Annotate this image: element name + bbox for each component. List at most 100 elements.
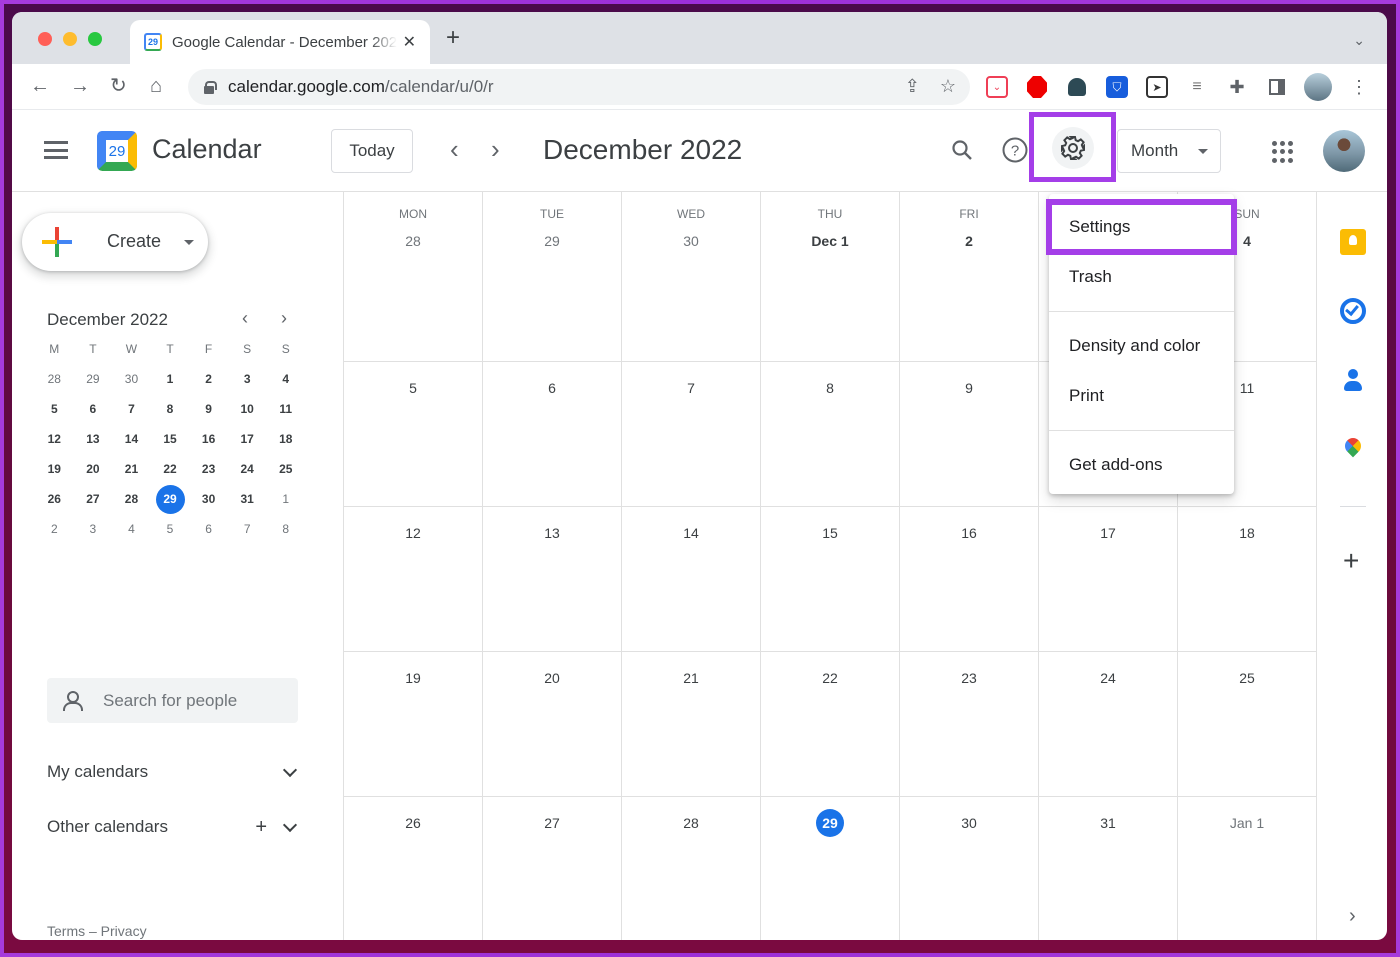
day-number[interactable]: 30 xyxy=(622,227,760,255)
day-number[interactable]: 8 xyxy=(761,374,899,402)
mini-day[interactable]: 3 xyxy=(228,364,267,394)
mini-next-month-icon[interactable]: › xyxy=(281,308,287,329)
mini-day[interactable]: 25 xyxy=(266,454,305,484)
day-cell[interactable]: 26 xyxy=(344,797,483,940)
mini-day[interactable]: 28 xyxy=(35,364,74,394)
day-number[interactable]: 6 xyxy=(483,374,621,402)
contacts-icon[interactable] xyxy=(1340,368,1366,394)
maps-icon[interactable] xyxy=(1340,438,1366,464)
mini-day[interactable]: 7 xyxy=(112,394,151,424)
day-number[interactable]: 12 xyxy=(344,519,482,547)
day-cell[interactable]: 24 xyxy=(1039,652,1178,796)
mini-day[interactable]: 27 xyxy=(74,484,113,514)
new-tab-button[interactable]: + xyxy=(446,26,460,50)
mini-day[interactable]: 4 xyxy=(112,514,151,544)
day-number[interactable]: 22 xyxy=(761,664,899,692)
day-cell[interactable]: 25 xyxy=(1178,652,1317,796)
pocket-icon[interactable]: ⌄ xyxy=(986,76,1008,98)
search-people-input[interactable] xyxy=(103,690,283,711)
previous-period-icon[interactable]: ‹ xyxy=(450,134,459,164)
main-menu-icon[interactable] xyxy=(44,141,68,159)
day-number[interactable]: 5 xyxy=(344,374,482,402)
url-text[interactable]: calendar.google.com/calendar/u/0/r xyxy=(228,77,494,97)
mini-previous-month-icon[interactable]: ‹ xyxy=(242,308,248,329)
day-cell[interactable]: 17 xyxy=(1039,507,1178,651)
mini-day[interactable]: 23 xyxy=(189,454,228,484)
mini-day[interactable]: 10 xyxy=(228,394,267,424)
profile-avatar[interactable] xyxy=(1304,73,1332,101)
mini-day[interactable]: 6 xyxy=(189,514,228,544)
day-number[interactable]: Jan 1 xyxy=(1178,809,1316,837)
mini-day[interactable]: 12 xyxy=(35,424,74,454)
puzzle-extensions-icon[interactable]: ✚ xyxy=(1226,76,1248,98)
mini-day[interactable]: 24 xyxy=(228,454,267,484)
day-number[interactable]: 13 xyxy=(483,519,621,547)
day-cell[interactable]: 29 xyxy=(761,797,900,940)
day-cell[interactable]: Jan 1 xyxy=(1178,797,1317,940)
adblock-icon[interactable] xyxy=(1026,76,1048,98)
other-calendars-section[interactable]: Other calendars + xyxy=(47,812,299,842)
mini-day[interactable]: 11 xyxy=(266,394,305,424)
day-number-today[interactable]: 29 xyxy=(761,809,899,837)
day-number[interactable]: 20 xyxy=(483,664,621,692)
day-number[interactable]: 23 xyxy=(900,664,1038,692)
mini-day[interactable]: 16 xyxy=(189,424,228,454)
day-number[interactable]: 30 xyxy=(900,809,1038,837)
view-selector[interactable]: Month xyxy=(1117,129,1221,173)
mini-day[interactable]: 18 xyxy=(266,424,305,454)
mini-day[interactable]: 26 xyxy=(35,484,74,514)
next-period-icon[interactable]: › xyxy=(491,134,500,164)
bookmark-star-icon[interactable]: ☆ xyxy=(940,76,956,97)
day-number[interactable]: 28 xyxy=(622,809,760,837)
day-cell[interactable]: 28 xyxy=(622,797,761,940)
menu-item-density-and-color[interactable]: Density and color xyxy=(1049,321,1234,371)
day-cell[interactable]: TUE 29 xyxy=(483,192,622,361)
mini-day[interactable]: 2 xyxy=(35,514,74,544)
day-cell[interactable]: 16 xyxy=(900,507,1039,651)
day-number[interactable]: 19 xyxy=(344,664,482,692)
day-cell[interactable]: 20 xyxy=(483,652,622,796)
mini-day-today[interactable]: 29 xyxy=(151,484,190,514)
keep-icon[interactable] xyxy=(1340,229,1366,255)
day-cell[interactable]: 9 xyxy=(900,362,1039,506)
day-cell[interactable]: 6 xyxy=(483,362,622,506)
day-number[interactable]: 14 xyxy=(622,519,760,547)
day-cell[interactable]: 30 xyxy=(900,797,1039,940)
back-icon[interactable]: ← xyxy=(30,74,50,98)
side-panel-icon[interactable] xyxy=(1266,76,1288,98)
day-cell[interactable]: 13 xyxy=(483,507,622,651)
mini-day[interactable]: 15 xyxy=(151,424,190,454)
mini-day[interactable]: 8 xyxy=(266,514,305,544)
day-cell[interactable]: 31 xyxy=(1039,797,1178,940)
day-number[interactable]: 9 xyxy=(900,374,1038,402)
account-avatar[interactable] xyxy=(1323,130,1365,172)
day-number[interactable]: 2 xyxy=(900,227,1038,255)
browser-tab-calendar[interactable]: 29 Google Calendar - December 2022 ✕ xyxy=(130,20,430,64)
mini-day[interactable]: 7 xyxy=(228,514,267,544)
forward-icon[interactable]: → xyxy=(70,74,90,98)
day-cell[interactable]: WED 30 xyxy=(622,192,761,361)
mini-day[interactable]: 22 xyxy=(151,454,190,484)
menu-item-settings[interactable]: Settings xyxy=(1046,199,1237,255)
mini-day[interactable]: 29 xyxy=(74,364,113,394)
day-number[interactable]: 31 xyxy=(1039,809,1177,837)
menu-item-print[interactable]: Print xyxy=(1049,371,1234,421)
mini-day[interactable]: 30 xyxy=(189,484,228,514)
day-number[interactable]: Dec 1 xyxy=(761,227,899,255)
maximize-window-button[interactable] xyxy=(88,32,102,46)
day-cell[interactable]: 22 xyxy=(761,652,900,796)
day-number[interactable]: 28 xyxy=(344,227,482,255)
tasks-icon[interactable] xyxy=(1340,298,1366,324)
mini-day[interactable]: 6 xyxy=(74,394,113,424)
close-window-button[interactable] xyxy=(38,32,52,46)
day-cell[interactable]: 27 xyxy=(483,797,622,940)
send-icon[interactable]: ➤ xyxy=(1146,76,1168,98)
google-apps-icon[interactable] xyxy=(1272,141,1294,163)
tab-search-chevron-icon[interactable]: ⌄ xyxy=(1353,32,1365,49)
day-number[interactable]: 18 xyxy=(1178,519,1316,547)
day-cell[interactable]: 23 xyxy=(900,652,1039,796)
day-cell[interactable]: 15 xyxy=(761,507,900,651)
mini-day[interactable]: 2 xyxy=(189,364,228,394)
day-cell[interactable]: 8 xyxy=(761,362,900,506)
day-cell[interactable]: 14 xyxy=(622,507,761,651)
